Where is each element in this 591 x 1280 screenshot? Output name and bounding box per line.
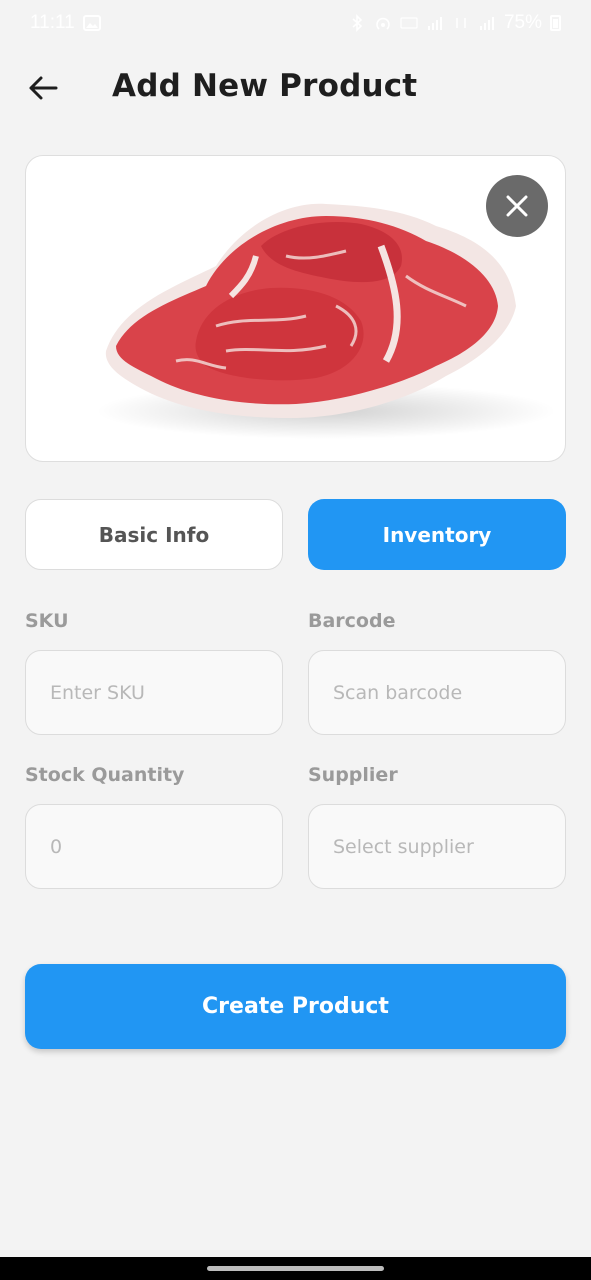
status-left: 11:11: [30, 12, 101, 34]
product-image: [96, 203, 556, 439]
barcode-label: Barcode: [308, 610, 396, 632]
sku-input[interactable]: [25, 650, 283, 735]
supplier-label: Supplier: [308, 764, 398, 786]
form-tabs: Basic Info Inventory: [25, 499, 566, 570]
back-button[interactable]: [22, 68, 64, 108]
supplier-placeholder: Select supplier: [333, 835, 474, 858]
stock-quantity-label: Stock Quantity: [25, 764, 185, 786]
signal-icon: [426, 14, 444, 32]
bluetooth-icon: [348, 14, 366, 32]
stock-quantity-input[interactable]: [25, 804, 283, 889]
status-time: 11:11: [30, 12, 75, 33]
close-icon: [506, 195, 528, 217]
status-bar: 11:11 75%: [0, 0, 591, 46]
volte-icon: [400, 14, 418, 32]
lte-icon: [452, 14, 470, 32]
hotspot-icon: [374, 14, 392, 32]
tab-basic-info[interactable]: Basic Info: [25, 499, 283, 570]
status-right: 75%: [348, 12, 561, 34]
page-title: Add New Product: [112, 68, 418, 104]
home-indicator[interactable]: [207, 1266, 384, 1271]
product-image-card: [25, 155, 566, 462]
sku-label: SKU: [25, 610, 69, 632]
header: Add New Product: [0, 56, 591, 120]
battery-percent: 75%: [503, 12, 542, 33]
signal-icon: [478, 14, 496, 32]
tab-inventory[interactable]: Inventory: [308, 499, 566, 570]
create-product-button[interactable]: Create Product: [25, 964, 566, 1049]
navigation-bar: [0, 1257, 591, 1280]
barcode-input[interactable]: [308, 650, 566, 735]
remove-image-button[interactable]: [486, 175, 548, 237]
supplier-select[interactable]: Select supplier: [308, 804, 566, 889]
back-arrow-icon: [29, 76, 58, 100]
battery-icon: [550, 15, 561, 31]
gallery-icon: [82, 14, 101, 32]
